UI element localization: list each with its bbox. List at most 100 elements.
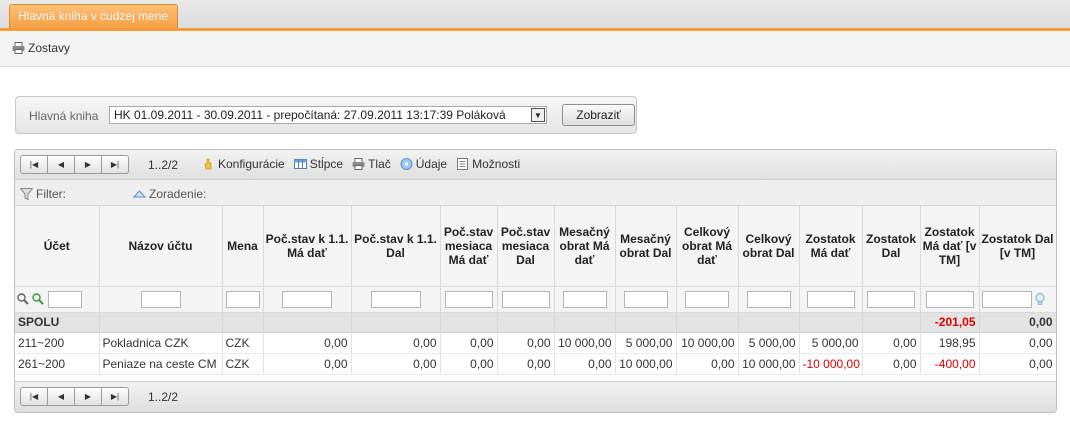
col-header-balance-debit[interactable]: Zostatok Má dať: [799, 206, 863, 287]
print-button[interactable]: Tlač: [352, 157, 391, 171]
filter-sort-bar: Filter: Zoradenie:: [15, 180, 1056, 206]
cell-balance-debit-tm: -400,00: [920, 353, 980, 375]
filter-input-account-name[interactable]: [140, 290, 181, 308]
lightbulb-icon[interactable]: [1035, 292, 1045, 306]
search-icon[interactable]: [17, 293, 29, 305]
tab-bar: Hlavná kniha v cudzej mene: [0, 0, 1070, 31]
filter-input-balance-credit-tm[interactable]: [981, 290, 1032, 308]
grid-footer: |◀ ◀ ▶ ▶| 1..2/2: [15, 381, 1056, 412]
cell-account-name: Peniaze na ceste CM: [99, 353, 223, 375]
filter-toggle[interactable]: Filter:: [20, 187, 66, 201]
col-header-currency[interactable]: Mena: [222, 206, 264, 287]
hand-icon: [204, 158, 212, 170]
col-header-account[interactable]: Účet: [15, 206, 100, 287]
header-row: Účet Názov účtu Mena Poč.stav k 1.1. Má …: [15, 206, 1056, 287]
col-header-account-name[interactable]: Názov účtu: [99, 206, 223, 287]
filter-input-account[interactable]: [47, 290, 82, 308]
filter-input-balance-credit[interactable]: [867, 290, 915, 308]
filter-cell-currency: [222, 286, 264, 313]
footer-pager: |◀ ◀ ▶ ▶|: [20, 387, 129, 406]
filter-input-opening-debit[interactable]: [282, 290, 332, 308]
filter-cell-9: [676, 286, 739, 313]
cell-balance-credit: 0,00: [862, 332, 921, 354]
cell-total-turnover-debit: 10 000,00: [676, 332, 739, 354]
search-clear-icon[interactable]: [32, 293, 45, 305]
print-label: Tlač: [368, 157, 391, 171]
filter-cell-6: [497, 286, 555, 313]
cell-opening-debit: 0,00: [263, 353, 352, 375]
filter-cell-name: [99, 286, 223, 313]
pager: |◀ ◀ ▶ ▶|: [20, 155, 129, 174]
reports-label: Zostavy: [28, 41, 71, 55]
cell-opening-credit: 0,00: [351, 332, 441, 354]
first-page-button[interactable]: |◀: [20, 155, 48, 174]
col-header-balance-credit[interactable]: Zostatok Dal: [862, 206, 921, 287]
chevron-down-icon[interactable]: ▼: [531, 108, 545, 122]
cell-opening-debit: 0,00: [263, 332, 352, 354]
col-header-monthly-turnover-credit[interactable]: Mesačný obrat Dal: [615, 206, 677, 287]
col-header-balance-credit-tm[interactable]: Zostatok Dal [v TM]: [979, 206, 1056, 287]
sort-label: Zoradenie:: [149, 187, 207, 201]
filter-input-currency[interactable]: [225, 290, 260, 308]
cell-balance-credit-tm: 0,00: [979, 332, 1056, 354]
columns-icon: [293, 159, 307, 169]
filter-input-total-turnover-debit[interactable]: [685, 290, 729, 308]
col-header-month-opening-credit[interactable]: Poč.stav mesiaca Dal: [497, 206, 555, 287]
filter-input-month-opening-debit[interactable]: [444, 290, 493, 308]
sort-toggle[interactable]: Zoradenie:: [133, 187, 206, 201]
last-page-button[interactable]: ▶|: [101, 387, 129, 406]
filter-input-month-opening-credit[interactable]: [501, 290, 550, 308]
col-header-total-turnover-credit[interactable]: Celkový obrat Dal: [738, 206, 800, 287]
prev-page-button[interactable]: ◀: [47, 155, 75, 174]
filter-input-monthly-turnover-debit[interactable]: [562, 290, 607, 308]
ledger-select[interactable]: HK 01.09.2011 - 30.09.2011 - prepočítaná…: [109, 106, 547, 124]
filter-input-total-turnover-credit[interactable]: [746, 290, 791, 308]
options-button[interactable]: Možnosti: [456, 157, 520, 171]
funnel-icon: [20, 188, 33, 200]
col-header-opening-credit[interactable]: Poč.stav k 1.1. Dal: [351, 206, 441, 287]
cell-monthly-turnover-debit: 0,00: [554, 353, 616, 375]
col-header-balance-debit-tm[interactable]: Zostatok Má dať [v TM]: [920, 206, 980, 287]
col-header-monthly-turnover-debit[interactable]: Mesačný obrat Má dať: [554, 206, 616, 287]
configurations-label: Konfigurácie: [218, 157, 285, 171]
next-page-button[interactable]: ▶: [74, 155, 102, 174]
cell-account: 261~200: [15, 353, 100, 375]
table-row[interactable]: 211~200 Pokladnica CZK CZK 0,00 0,00 0,0…: [15, 332, 1056, 354]
filter-cell-12: [862, 286, 921, 313]
filter-input-balance-debit-tm[interactable]: [925, 290, 974, 308]
col-header-month-opening-debit[interactable]: Poč.stav mesiaca Má dať: [440, 206, 498, 287]
columns-button[interactable]: Stĺpce: [293, 157, 343, 171]
table-row[interactable]: 261~200 Peniaze na ceste CM CZK 0,00 0,0…: [15, 353, 1056, 375]
col-header-opening-debit[interactable]: Poč.stav k 1.1. Má dať: [263, 206, 352, 287]
col-header-total-turnover-debit[interactable]: Celkový obrat Má dať: [676, 206, 739, 287]
filter-cell-11: [799, 286, 863, 313]
show-button[interactable]: Zobraziť: [562, 104, 635, 126]
cell-account: 211~200: [15, 332, 100, 354]
filter-cell-4: [351, 286, 441, 313]
filter-input-opening-credit[interactable]: [370, 290, 421, 308]
ledger-filter-panel: Hlavná kniha HK 01.09.2011 - 30.09.2011 …: [15, 96, 637, 134]
footer-page-info: 1..2/2: [148, 390, 179, 404]
cell-total-turnover-credit: 10 000,00: [738, 353, 800, 375]
summary-row: SPOLU -201,05 0,00: [15, 312, 1056, 333]
last-page-button[interactable]: ▶|: [101, 155, 129, 174]
cell-monthly-turnover-debit: 10 000,00: [554, 332, 616, 354]
disc-icon: [400, 158, 413, 170]
configurations-button[interactable]: Konfigurácie: [202, 157, 285, 171]
data-button[interactable]: Údaje: [400, 157, 447, 171]
filter-input-balance-debit[interactable]: [806, 290, 855, 308]
filter-cell-14: [979, 286, 1056, 313]
ledger-table: Účet Názov účtu Mena Poč.stav k 1.1. Má …: [15, 206, 1056, 375]
first-page-button[interactable]: |◀: [20, 387, 48, 406]
filter-cell-account: [15, 286, 100, 313]
next-page-button[interactable]: ▶: [74, 387, 102, 406]
prev-page-button[interactable]: ◀: [47, 387, 75, 406]
filter-input-monthly-turnover-credit[interactable]: [623, 290, 668, 308]
sort-up-icon: [133, 190, 146, 198]
cell-balance-credit-tm: 0,00: [979, 353, 1056, 375]
cell-monthly-turnover-credit: 5 000,00: [615, 332, 677, 354]
tab-general-ledger-foreign-currency[interactable]: Hlavná kniha v cudzej mene: [9, 4, 178, 28]
reports-button[interactable]: Zostavy: [12, 41, 70, 55]
grid-toolbar: |◀ ◀ ▶ ▶| 1..2/2 Konfigurácie Stĺpce Tla…: [15, 150, 1056, 180]
printer-icon: [12, 42, 25, 54]
